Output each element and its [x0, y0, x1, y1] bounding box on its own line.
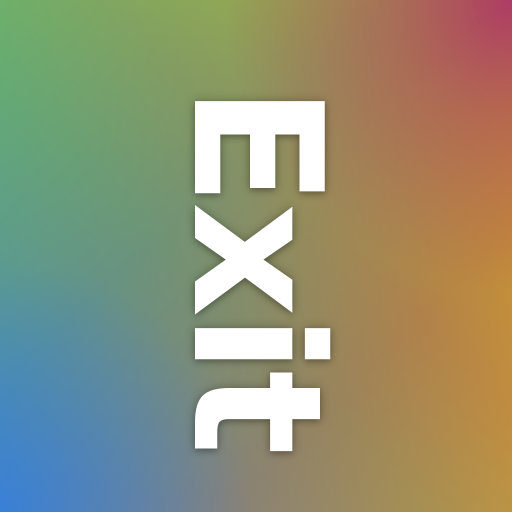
exit-label: Exit — [153, 84, 360, 452]
exit-tile[interactable]: Exit — [0, 0, 512, 512]
